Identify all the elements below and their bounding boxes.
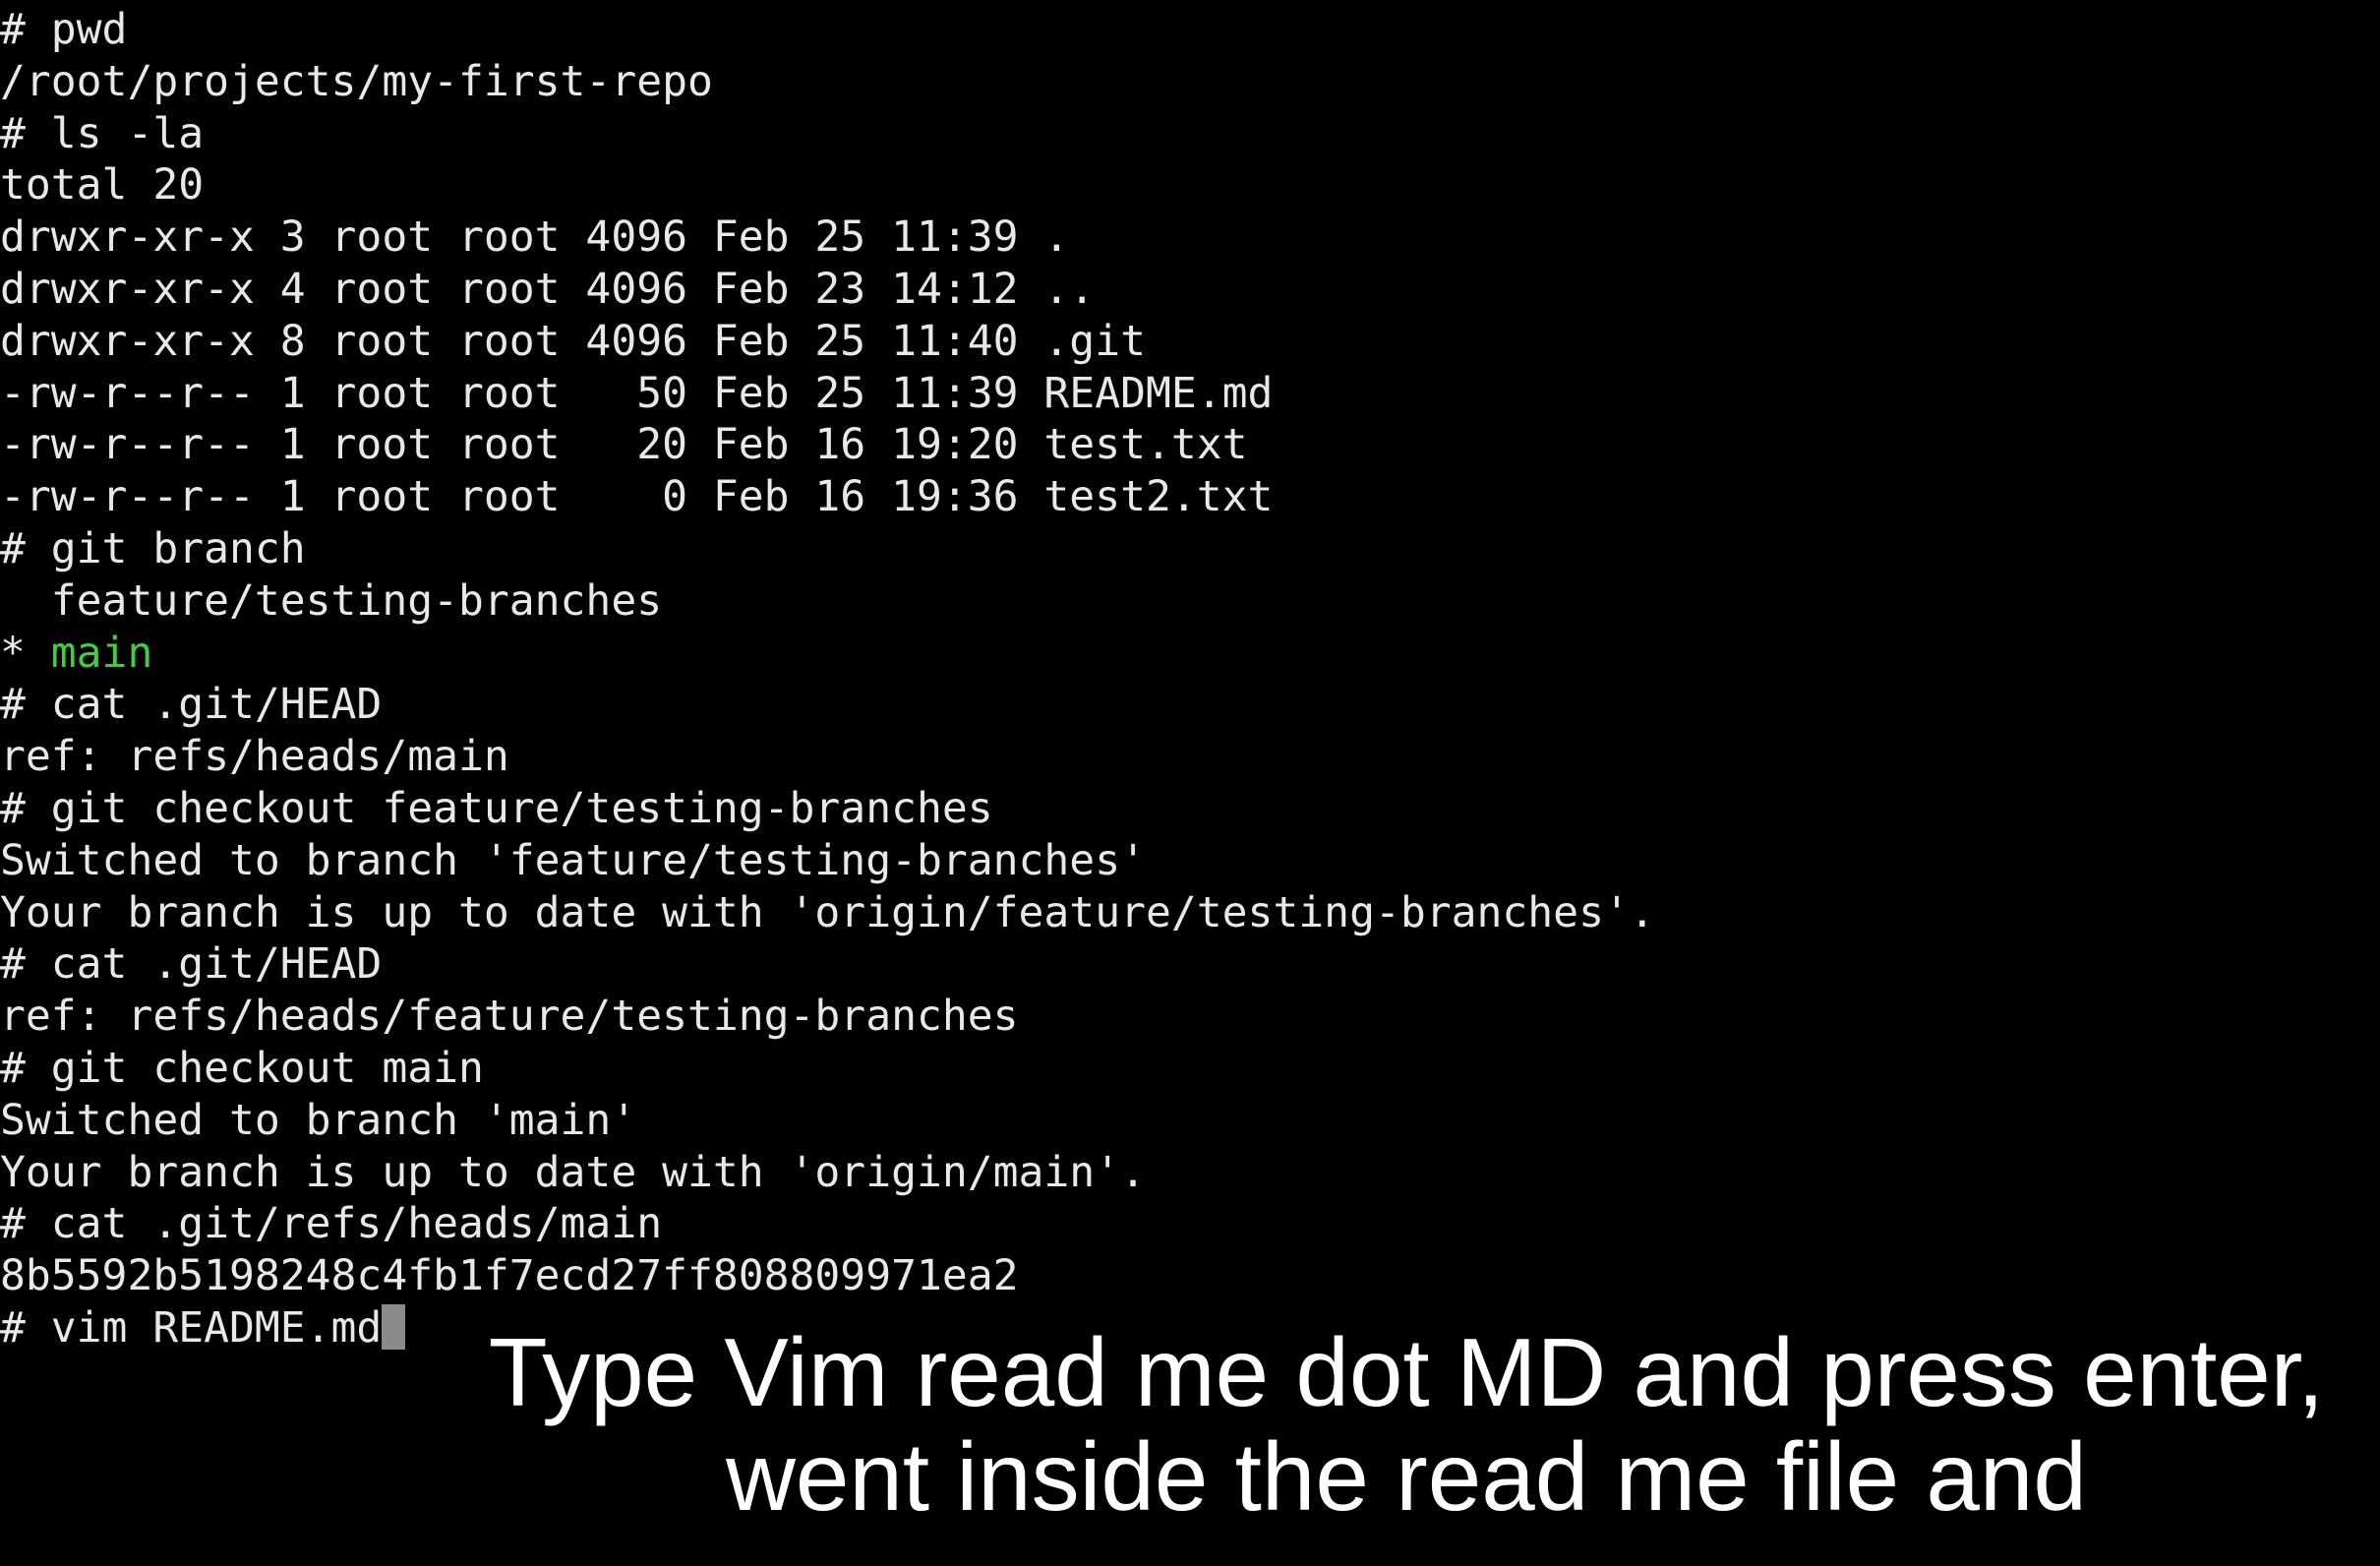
terminal-line: -rw-r--r-- 1 root root 20 Feb 16 19:20 t… bbox=[0, 420, 1248, 470]
terminal-line: Your branch is up to date with 'origin/m… bbox=[0, 1147, 1146, 1197]
terminal-line: # cat .git/refs/heads/main bbox=[0, 1199, 663, 1249]
terminal-line: drwxr-xr-x 3 root root 4096 Feb 25 11:39… bbox=[0, 212, 1070, 263]
terminal-line: # cat .git/HEAD bbox=[0, 680, 383, 730]
terminal-line: -rw-r--r-- 1 root root 50 Feb 25 11:39 R… bbox=[0, 368, 1274, 418]
terminal-line: Switched to branch 'feature/testing-bran… bbox=[0, 835, 1146, 885]
terminal-line: /root/projects/my-first-repo bbox=[0, 56, 713, 106]
terminal-line: # git branch bbox=[0, 523, 306, 573]
current-branch-name: main bbox=[50, 628, 153, 678]
terminal-line: 8b5592b5198248c4fb1f7ecd27ff808809971ea2 bbox=[0, 1251, 1019, 1301]
terminal-line: -rw-r--r-- 1 root root 0 Feb 16 19:36 te… bbox=[0, 472, 1274, 522]
terminal-line: Switched to branch 'main' bbox=[0, 1095, 637, 1145]
terminal-line: # git checkout main bbox=[0, 1043, 484, 1093]
current-command-input[interactable]: # vim README.md bbox=[0, 1303, 382, 1353]
caption-line-1: Type Vim read me dot MD and press enter, bbox=[488, 1318, 2325, 1426]
video-caption: Type Vim read me dot MD and press enter,… bbox=[433, 1320, 2380, 1529]
terminal-line: total 20 bbox=[0, 160, 205, 211]
text-cursor bbox=[382, 1303, 406, 1350]
terminal-line: # ls -la bbox=[0, 108, 205, 158]
terminal-line: feature/testing-branches bbox=[0, 575, 663, 626]
terminal-line: ref: refs/heads/main bbox=[0, 732, 509, 782]
branch-list-current-line: * main bbox=[0, 628, 2380, 680]
terminal-line: # cat .git/HEAD bbox=[0, 939, 383, 990]
terminal-line: drwxr-xr-x 4 root root 4096 Feb 23 14:12… bbox=[0, 264, 1096, 314]
terminal-line: drwxr-xr-x 8 root root 4096 Feb 25 11:40… bbox=[0, 316, 1146, 366]
terminal-line: ref: refs/heads/feature/testing-branches bbox=[0, 992, 1019, 1042]
caption-line-2: went inside the read me file and bbox=[726, 1422, 2087, 1531]
terminal-line: Your branch is up to date with 'origin/f… bbox=[0, 887, 1655, 937]
current-branch-marker: * bbox=[0, 628, 51, 678]
terminal-line: # pwd bbox=[0, 5, 128, 54]
terminal-line: # git checkout feature/testing-branches bbox=[0, 783, 993, 833]
